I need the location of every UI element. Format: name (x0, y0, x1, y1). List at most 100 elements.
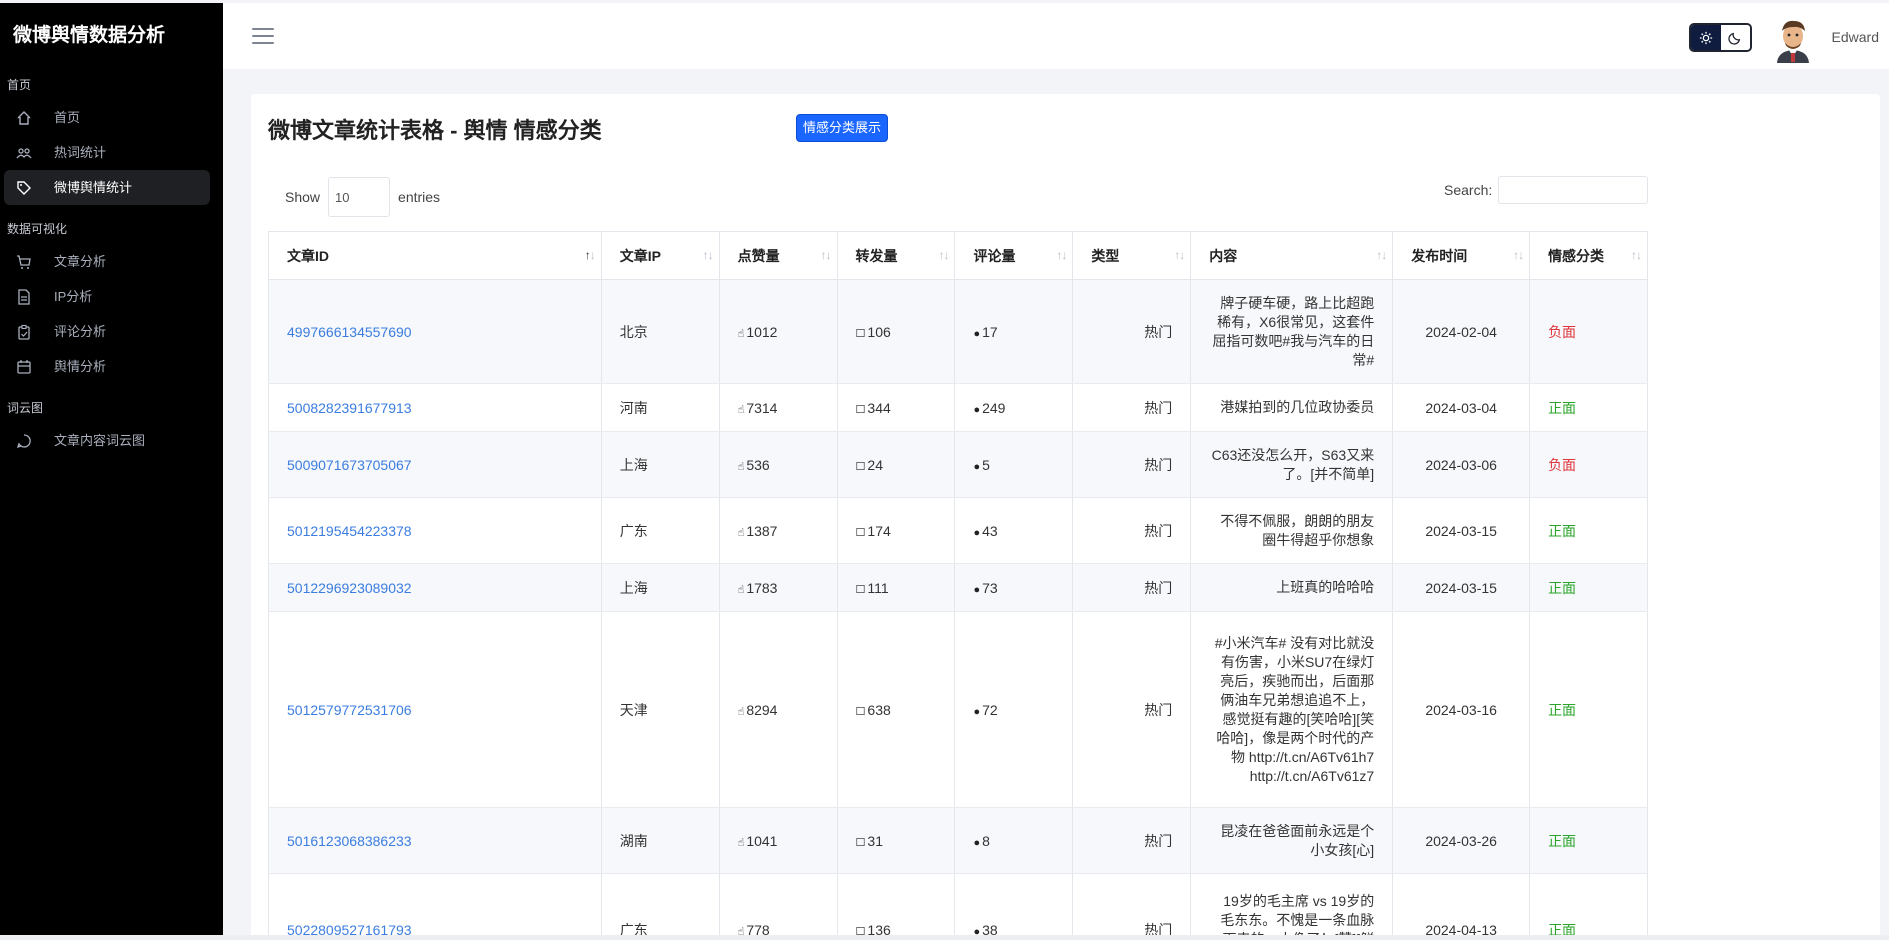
article-id-link[interactable]: 5012195454223378 (268, 497, 602, 564)
username[interactable]: Edward (1832, 29, 1879, 45)
comment-icon: ● (973, 460, 981, 473)
likes-value: 1041 (746, 832, 778, 849)
sidebar-item[interactable]: 首页 (4, 100, 210, 135)
article-ip: 上海 (601, 563, 720, 612)
article-id-link[interactable]: 5012296923089032 (268, 563, 602, 612)
sidebar-item[interactable]: IP分析 (4, 279, 210, 314)
table-row: 5012296923089032 上海 ☝ 1783 ☐ 111 ● 73 热门 上班真的哈哈哈 2… (268, 563, 1648, 612)
sentiment-label: 正面 (1529, 873, 1648, 940)
column-header[interactable]: 文章ID ↑↓ (268, 231, 602, 280)
column-header[interactable]: 评论量 ↑↓ (954, 231, 1074, 280)
document-icon (16, 289, 32, 305)
dark-mode-button[interactable] (1720, 25, 1750, 50)
app-brand[interactable]: 微博舆情数据分析 (0, 3, 223, 69)
chat-icon (16, 433, 32, 449)
search-label: Search: (1444, 182, 1493, 198)
reposts-value: 31 (867, 832, 883, 849)
page-title: 微博文章统计表格 - 舆情 情感分类 (268, 118, 602, 143)
sort-icon: ↑↓ (1376, 248, 1387, 262)
like-icon: ☝ (737, 526, 745, 539)
menu-toggle-icon[interactable] (252, 28, 274, 46)
column-header[interactable]: 文章IP ↑↓ (601, 231, 720, 280)
table-header-row: 文章ID ↑↓ 文章IP ↑↓ 点赞量 ↑↓ 转发量 ↑↓ 评论量 ↑↓ 类型 ↑↓ 内容 ↑↓ 发布时间 ↑… (268, 231, 1648, 280)
repost-icon: ☐ (855, 583, 866, 596)
like-icon: ☝ (737, 705, 745, 718)
reposts-count: ☐ 638 (837, 611, 956, 808)
page-bottom-bar (0, 935, 1889, 940)
like-icon: ☝ (737, 327, 745, 340)
sidebar: 微博舆情数据分析 首页 首页 热词统计 微博舆情统计 数据可视化 文章分析 IP分析 评论分析… (0, 3, 223, 940)
reposts-count: ☐ 24 (837, 431, 956, 498)
article-content: #小米汽车# 没有对比就没有伤害，小米SU7在绿灯亮后，疾驰而出，后面那俩油车兄… (1190, 611, 1394, 808)
column-header[interactable]: 发布时间 ↑↓ (1392, 231, 1531, 280)
sort-icon: ↑↓ (1056, 248, 1067, 262)
sun-icon (1699, 31, 1712, 44)
entries-input[interactable] (328, 177, 391, 217)
sentiment-display-button[interactable]: 情感分类展示 (796, 114, 888, 142)
reposts-value: 344 (867, 399, 891, 416)
sentiment-label: 正面 (1529, 611, 1648, 808)
article-type: 热门 (1072, 873, 1192, 940)
column-header[interactable]: 内容 ↑↓ (1190, 231, 1394, 280)
publish-date: 2024-02-04 (1392, 279, 1531, 384)
article-id-link[interactable]: 4997666134557690 (268, 279, 602, 384)
search-input[interactable] (1498, 176, 1649, 204)
comment-icon: ● (973, 526, 981, 539)
likes-value: 8294 (746, 701, 778, 718)
moon-icon (1728, 32, 1741, 45)
sidebar-item[interactable]: 文章分析 (4, 244, 210, 279)
likes-count: ☝ 1012 (719, 279, 838, 384)
avatar[interactable] (1772, 17, 1814, 63)
comments-value: 73 (982, 579, 998, 596)
reposts-count: ☐ 344 (837, 383, 956, 432)
article-id-link[interactable]: 5022809527161793 (268, 873, 602, 940)
article-id-link[interactable]: 5016123068386233 (268, 807, 602, 874)
sidebar-item[interactable]: 评论分析 (4, 314, 210, 349)
comments-value: 72 (982, 701, 998, 718)
article-content: C63还没怎么开，S63又来了。[并不简单] (1190, 431, 1394, 498)
column-header[interactable]: 点赞量 ↑↓ (719, 231, 838, 280)
sidebar-item[interactable]: 文章内容词云图 (4, 423, 210, 458)
article-id-link[interactable]: 5008282391677913 (268, 383, 602, 432)
article-id-link[interactable]: 5009071673705067 (268, 431, 602, 498)
comment-icon: ● (973, 836, 981, 849)
column-header[interactable]: 情感分类 ↑↓ (1529, 231, 1648, 280)
article-type: 热门 (1072, 279, 1192, 384)
like-icon: ☝ (737, 583, 745, 596)
column-header-label: 转发量 (855, 247, 898, 264)
column-header[interactable]: 转发量 ↑↓ (837, 231, 956, 280)
reposts-value: 106 (867, 323, 891, 340)
sidebar-item[interactable]: 微博舆情统计 (4, 170, 210, 205)
articles-table: 文章ID ↑↓ 文章IP ↑↓ 点赞量 ↑↓ 转发量 ↑↓ 评论量 ↑↓ 类型 ↑↓ 内容 ↑↓ 发布时间 ↑… (268, 231, 1648, 940)
reposts-count: ☐ 106 (837, 279, 956, 384)
article-ip: 上海 (601, 431, 720, 498)
comments-value: 249 (982, 399, 1006, 416)
sidebar-item-label: 微博舆情统计 (54, 180, 133, 195)
sidebar-section-title: 词云图 (7, 401, 44, 415)
repost-icon: ☐ (855, 836, 866, 849)
comments-count: ● 38 (954, 873, 1074, 940)
theme-toggle[interactable] (1689, 23, 1752, 52)
sentiment-label: 正面 (1529, 807, 1648, 874)
sidebar-item-label: 舆情分析 (54, 359, 107, 374)
table-row: 5012195454223378 广东 ☝ 1387 ☐ 174 ● 43 热门 不得不佩服，朗朗… (268, 497, 1648, 564)
article-type: 热门 (1072, 563, 1192, 612)
comments-value: 8 (982, 832, 990, 849)
likes-count: ☝ 8294 (719, 611, 838, 808)
column-header[interactable]: 类型 ↑↓ (1072, 231, 1192, 280)
sort-icon: ↑↓ (938, 248, 949, 262)
article-id-link[interactable]: 5012579772531706 (268, 611, 602, 808)
repost-icon: ☐ (855, 327, 866, 340)
article-ip: 北京 (601, 279, 720, 384)
sidebar-item[interactable]: 热词统计 (4, 135, 210, 170)
sidebar-nav: 首页 首页 热词统计 微博舆情统计 数据可视化 文章分析 IP分析 评论分析 舆情分析 词云图 文章… (0, 75, 223, 458)
article-type: 热门 (1072, 431, 1192, 498)
reposts-value: 174 (867, 522, 891, 539)
sidebar-item[interactable]: 舆情分析 (4, 349, 210, 384)
likes-value: 1783 (746, 579, 778, 596)
comments-count: ● 249 (954, 383, 1074, 432)
light-mode-button[interactable] (1691, 25, 1721, 50)
column-header-label: 内容 (1209, 247, 1238, 264)
repost-icon: ☐ (855, 705, 866, 718)
sidebar-item-label: 首页 (54, 110, 81, 125)
